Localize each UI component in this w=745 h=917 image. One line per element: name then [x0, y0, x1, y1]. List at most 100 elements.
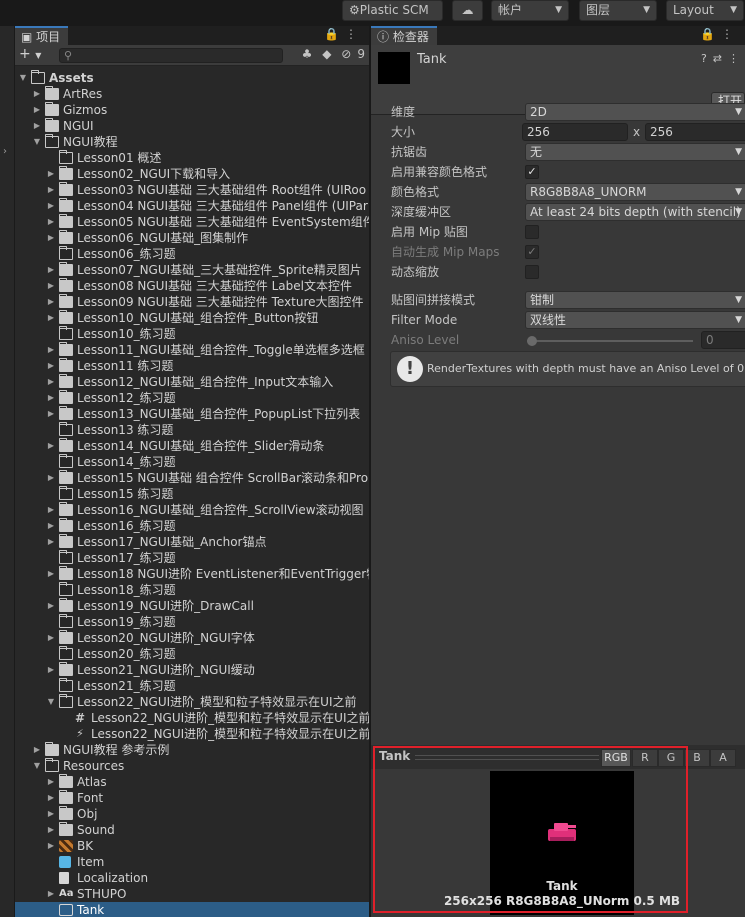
expand-arrow-icon[interactable]: ▶ — [32, 118, 42, 134]
expand-arrow-icon[interactable]: ▶ — [46, 630, 56, 646]
expand-arrow-icon[interactable]: ▶ — [46, 774, 56, 790]
tree-row[interactable]: ▶ Lesson14_NGUI基础_组合控件_Slider滑动条 — [15, 438, 369, 454]
expand-arrow-icon[interactable]: ▶ — [46, 438, 56, 454]
tree-row[interactable]: ▶ Lesson07_NGUI基础_三大基础控件_Sprite精灵图片 — [15, 262, 369, 278]
expand-arrow-icon[interactable]: ▶ — [46, 310, 56, 326]
hidden-packages-icon[interactable]: ⊘ 9 — [341, 47, 365, 61]
tree-row[interactable]: Localization — [15, 870, 369, 886]
tab-inspector[interactable]: ⓘ 检查器 — [371, 26, 437, 45]
settings-icon[interactable]: ⇄ — [713, 52, 728, 65]
tree-row[interactable]: Lesson19_练习题 — [15, 614, 369, 630]
expand-arrow-icon[interactable]: ▶ — [46, 886, 56, 902]
expand-arrow-icon[interactable]: ▶ — [46, 390, 56, 406]
tree-row[interactable]: ▶ Lesson16_NGUI基础_组合控件_ScrollView滚动视图 — [15, 502, 369, 518]
anti-aliasing-dropdown[interactable]: 无 ▼ — [525, 143, 745, 161]
tree-row[interactable]: ▶ Lesson03 NGUI基础 三大基础组件 Root组件 (UIRoo — [15, 182, 369, 198]
expand-arrow-icon[interactable]: ▶ — [46, 534, 56, 550]
dimension-dropdown[interactable]: 2D ▼ — [525, 103, 745, 121]
expand-arrow-icon[interactable]: ▶ — [46, 662, 56, 678]
size-width-field[interactable]: 256 — [522, 123, 628, 141]
expand-arrow-icon[interactable]: ▶ — [46, 598, 56, 614]
layers-dropdown[interactable]: 图层 ▼ — [579, 0, 657, 21]
expand-arrow-icon[interactable]: ▶ — [46, 806, 56, 822]
depth-buffer-dropdown[interactable]: At least 24 bits depth (with stencil) ▼ — [525, 203, 745, 221]
cloud-button[interactable]: ☁ — [452, 0, 483, 21]
more-menu-icon[interactable]: ⋮ — [345, 27, 363, 41]
expand-arrow-icon[interactable]: ▶ — [46, 166, 56, 182]
expand-arrow-icon[interactable]: ▶ — [46, 374, 56, 390]
tree-row[interactable]: ⚡ Lesson22_NGUI进阶_模型和粒子特效显示在UI之前 — [15, 726, 369, 742]
create-button[interactable]: + ▼ — [19, 46, 41, 62]
tree-row[interactable]: ▶ Lesson09 NGUI基础 三大基础控件 Texture大图控件 — [15, 294, 369, 310]
tree-row[interactable]: ▶ Obj — [15, 806, 369, 822]
expand-arrow-icon[interactable]: ▶ — [46, 262, 56, 278]
tree-row[interactable]: Lesson10_练习题 — [15, 326, 369, 342]
tree-row[interactable]: ▶ Lesson11 练习题 — [15, 358, 369, 374]
collapse-arrow-icon[interactable]: ▼ — [32, 134, 42, 150]
filter-by-type-icon[interactable]: ♣ — [302, 47, 313, 61]
tree-row[interactable]: ▶ Sound — [15, 822, 369, 838]
tree-row[interactable]: ▶ Lesson04 NGUI基础 三大基础组件 Panel组件 (UIPar — [15, 198, 369, 214]
tab-project[interactable]: ▣ 项目 — [15, 26, 69, 45]
expand-arrow-icon[interactable]: ▶ — [46, 566, 56, 582]
tree-row[interactable]: # Lesson22_NGUI进阶_模型和粒子特效显示在UI之前 — [15, 710, 369, 726]
tree-row[interactable]: ▶ Lesson02_NGUI下载和导入 — [15, 166, 369, 182]
filter-mode-dropdown[interactable]: 双线性 ▼ — [525, 311, 745, 329]
expand-arrow-icon[interactable]: ▶ — [46, 838, 56, 854]
filter-by-label-icon[interactable]: ◆ — [322, 47, 331, 61]
tree-row[interactable]: ▶ Lesson16_练习题 — [15, 518, 369, 534]
tree-row[interactable]: ▶ Lesson11_NGUI基础_组合控件_Toggle单选框多选框 — [15, 342, 369, 358]
tree-row[interactable]: Lesson20_练习题 — [15, 646, 369, 662]
channel-rgb-button[interactable]: RGB — [601, 749, 631, 767]
tree-row[interactable]: Lesson01 概述 — [15, 150, 369, 166]
tree-row[interactable]: ▶ Lesson19_NGUI进阶_DrawCall — [15, 598, 369, 614]
search-input[interactable]: ⚲ — [59, 48, 283, 63]
tree-row[interactable]: ▶ Lesson15 NGUI基础 组合控件 ScrollBar滚动条和Pro — [15, 470, 369, 486]
lock-icon[interactable]: 🔒 — [700, 27, 721, 41]
expand-arrow-icon[interactable]: ▶ — [46, 822, 56, 838]
tree-row[interactable]: Lesson06_练习题 — [15, 246, 369, 262]
help-icon[interactable]: ? — [701, 52, 713, 65]
collapse-arrow-icon[interactable]: ▼ — [46, 694, 56, 710]
tree-row[interactable]: ▶ BK — [15, 838, 369, 854]
collapse-arrow-icon[interactable]: ▼ — [32, 758, 42, 774]
expand-arrow-icon[interactable]: ▶ — [32, 102, 42, 118]
drag-handle[interactable] — [415, 755, 599, 760]
tree-row[interactable]: Lesson21_练习题 — [15, 678, 369, 694]
tree-row[interactable]: Lesson14_练习题 — [15, 454, 369, 470]
tree-row[interactable]: ▼ Resources — [15, 758, 369, 774]
tree-row[interactable]: Item — [15, 854, 369, 870]
size-height-field[interactable]: 256 — [645, 123, 745, 141]
expand-arrow-icon[interactable]: ▶ — [46, 214, 56, 230]
channel-g-button[interactable]: G — [658, 749, 684, 767]
expand-arrow-icon[interactable]: ▶ — [46, 342, 56, 358]
expand-arrow-icon[interactable]: ▶ — [46, 182, 56, 198]
expand-arrow-icon[interactable]: ▶ — [46, 518, 56, 534]
plastic-scm-button[interactable]: ⚙Plastic SCM — [342, 0, 443, 21]
tree-row[interactable]: ▶ Lesson06_NGUI基础_图集制作 — [15, 230, 369, 246]
dynamic-scaling-checkbox[interactable] — [525, 265, 539, 279]
tree-row[interactable]: ▶ Atlas — [15, 774, 369, 790]
expand-arrow-icon[interactable]: ▶ — [32, 742, 42, 758]
tree-row[interactable]: ▼ Assets — [15, 70, 369, 86]
layout-dropdown[interactable]: Layout ▼ — [666, 0, 744, 21]
account-dropdown[interactable]: 帐户 ▼ — [491, 0, 569, 21]
expand-arrow-icon[interactable]: ▶ — [46, 230, 56, 246]
expand-arrow-icon[interactable]: ▶ — [46, 406, 56, 422]
tree-row[interactable]: Tank — [15, 902, 369, 917]
tree-row[interactable]: ▶ Lesson10_NGUI基础_组合控件_Button按钮 — [15, 310, 369, 326]
tree-row[interactable]: Lesson18_练习题 — [15, 582, 369, 598]
expand-arrow-icon[interactable]: ▶ — [46, 278, 56, 294]
wrap-mode-dropdown[interactable]: 钳制 ▼ — [525, 291, 745, 309]
tree-row[interactable]: ▶ Aa STHUPO — [15, 886, 369, 902]
expand-arrow-icon[interactable]: ▶ — [32, 86, 42, 102]
tree-row[interactable]: ▶ Lesson21_NGUI进阶_NGUI缓动 — [15, 662, 369, 678]
tree-row[interactable]: ▶ Lesson12_练习题 — [15, 390, 369, 406]
tree-row[interactable]: Lesson13 练习题 — [15, 422, 369, 438]
mipmap-checkbox[interactable] — [525, 225, 539, 239]
expand-arrow-icon[interactable]: › — [3, 146, 7, 157]
channel-r-button[interactable]: R — [632, 749, 658, 767]
tree-row[interactable]: ▶ NGUI — [15, 118, 369, 134]
tree-row[interactable]: ▼ NGUI教程 — [15, 134, 369, 150]
expand-arrow-icon[interactable]: ▶ — [46, 198, 56, 214]
